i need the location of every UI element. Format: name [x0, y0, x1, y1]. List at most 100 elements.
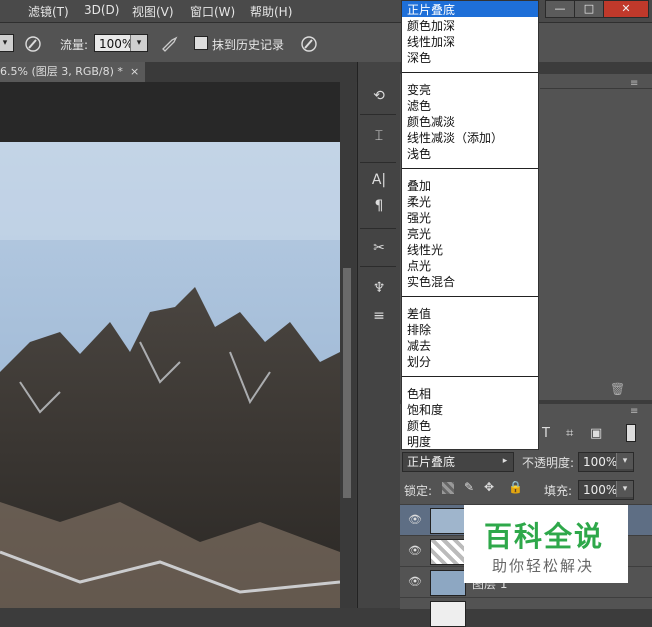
options-bar: ▾ 流量: 100% ▾ 抹到历史记录	[0, 22, 652, 64]
preset-dropdown[interactable]: ▾	[0, 34, 14, 52]
brush-settings-icon[interactable]: ≡	[368, 306, 390, 326]
chevron-down-icon: ▾	[616, 453, 633, 469]
visibility-eye-icon[interactable]: 👁	[408, 513, 422, 526]
fill-value: 100%	[583, 483, 618, 497]
blend-mode-list: 正片叠底 颜色加深 线性加深 深色 变亮 滤色 颜色减淡 线性减淡（添加） 浅色…	[401, 0, 539, 450]
option-hard-light[interactable]: 强光	[407, 209, 431, 226]
blend-mode-select[interactable]: 正片叠底 ▸	[402, 452, 514, 472]
menu-bar: 滤镜(T) 3D(D) 视图(V) 窗口(W) 帮助(H) — □ ✕	[0, 0, 652, 22]
option-vivid-light[interactable]: 亮光	[407, 225, 431, 242]
option-darker-color[interactable]: 深色	[407, 49, 431, 66]
option-overlay[interactable]: 叠加	[407, 177, 431, 194]
layer-thumbnail	[430, 601, 466, 627]
fill-input[interactable]: 100% ▾	[578, 480, 634, 500]
scroll-thumb[interactable]	[343, 268, 351, 498]
shape-filter-icon[interactable]: ⌗	[566, 426, 573, 441]
option-exclusion[interactable]: 排除	[407, 321, 431, 338]
lock-move-icon[interactable]: ✥	[484, 480, 494, 494]
history-icon[interactable]: ⟲	[368, 86, 390, 106]
option-subtract[interactable]: 减去	[407, 337, 431, 354]
tablet-pressure-icon[interactable]	[300, 35, 318, 53]
mountain-image	[0, 142, 340, 608]
panel-menu-icon[interactable]: ≡	[630, 78, 638, 89]
visibility-eye-icon[interactable]: 👁	[408, 575, 422, 588]
paragraph-icon[interactable]: ¶	[368, 196, 390, 216]
document-canvas[interactable]	[0, 82, 340, 608]
watermark-title: 百科全说	[484, 520, 605, 553]
menu-help[interactable]: 帮助(H)	[250, 3, 292, 20]
option-lighter-color[interactable]: 浅色	[407, 145, 431, 162]
menu-window[interactable]: 窗口(W)	[190, 3, 235, 20]
list-divider	[402, 296, 538, 297]
tools-icon[interactable]: ✂	[368, 238, 390, 258]
option-hue[interactable]: 色相	[407, 385, 431, 402]
option-luminosity[interactable]: 明度	[407, 433, 431, 450]
document-tab[interactable]: 6.5% (图层 3, RGB/8) * ×	[0, 62, 145, 82]
stamp-icon[interactable]: ⌶	[368, 126, 390, 146]
layer-thumbnail	[430, 539, 466, 565]
option-linear-dodge[interactable]: 线性减淡（添加）	[407, 129, 503, 146]
chevron-down-icon: ▾	[0, 35, 13, 51]
menu-view[interactable]: 视图(V)	[132, 3, 174, 20]
option-saturation[interactable]: 饱和度	[407, 401, 443, 418]
list-divider	[402, 168, 538, 169]
option-difference[interactable]: 差值	[407, 305, 431, 322]
brush-icon[interactable]	[24, 35, 42, 53]
visibility-eye-icon[interactable]: 👁	[408, 544, 422, 557]
opacity-label: 不透明度:	[522, 456, 575, 470]
option-linear-burn[interactable]: 线性加深	[407, 33, 455, 50]
menu-3d[interactable]: 3D(D)	[84, 3, 119, 17]
option-color-burn[interactable]: 颜色加深	[407, 17, 455, 34]
lock-label: 锁定:	[404, 484, 433, 498]
erase-history-checkbox[interactable]	[194, 36, 208, 50]
fill-label: 填充:	[544, 484, 573, 498]
watermark: 百科全说 助你轻松解决	[464, 505, 628, 583]
option-divide[interactable]: 划分	[407, 353, 431, 370]
flow-input[interactable]: 100% ▾	[94, 34, 148, 52]
watermark-subtitle: 助你轻松解决	[492, 557, 595, 575]
trash-icon[interactable]: 🗑	[610, 382, 625, 396]
opacity-value: 100%	[583, 455, 618, 469]
erase-history-label: 抹到历史记录	[212, 38, 285, 52]
close-icon[interactable]: ×	[130, 62, 139, 82]
vertical-scrollbar[interactable]	[340, 82, 356, 608]
option-hard-mix[interactable]: 实色混合	[407, 273, 455, 290]
close-window-button[interactable]: ✕	[603, 0, 649, 18]
chevron-down-icon: ▾	[130, 35, 147, 51]
option-screen[interactable]: 滤色	[407, 97, 431, 114]
option-multiply[interactable]: 正片叠底	[407, 1, 455, 18]
option-soft-light[interactable]: 柔光	[407, 193, 431, 210]
character-icon[interactable]: A|	[368, 170, 390, 190]
option-color-dodge[interactable]: 颜色减淡	[407, 113, 455, 130]
list-divider	[402, 376, 538, 377]
document-title: 6.5% (图层 3, RGB/8) *	[0, 65, 123, 78]
smart-filter-icon[interactable]: ▣	[590, 426, 602, 441]
strip-divider	[360, 162, 396, 163]
chevron-down-icon: ▸	[497, 453, 513, 469]
option-pin-light[interactable]: 点光	[407, 257, 431, 274]
lock-all-icon[interactable]: 🔒	[508, 480, 523, 494]
layer-row[interactable]	[400, 597, 652, 627]
airbrush-icon[interactable]	[160, 35, 180, 53]
type-filter-icon[interactable]: T	[542, 426, 550, 441]
minimize-button[interactable]: —	[545, 0, 575, 18]
flow-value: 100%	[99, 37, 134, 51]
chevron-down-icon: ▾	[616, 481, 633, 497]
strip-divider	[360, 114, 396, 115]
layer-thumbnail	[430, 508, 466, 534]
option-linear-light[interactable]: 线性光	[407, 241, 443, 258]
opacity-input[interactable]: 100% ▾	[578, 452, 634, 472]
lock-transparency-icon[interactable]	[442, 482, 454, 494]
menu-filter[interactable]: 滤镜(T)	[28, 3, 69, 20]
option-lighten[interactable]: 变亮	[407, 81, 431, 98]
layers-menu-icon[interactable]: ≡	[630, 406, 638, 417]
maximize-button[interactable]: □	[574, 0, 604, 18]
option-color[interactable]: 颜色	[407, 417, 431, 434]
lock-brush-icon[interactable]: ✎	[464, 480, 474, 494]
flow-label: 流量:	[60, 38, 89, 52]
list-divider	[402, 72, 538, 73]
brush-preset-icon[interactable]: ♆	[368, 278, 390, 298]
filter-toggle[interactable]	[626, 424, 636, 442]
strip-divider	[360, 228, 396, 229]
panel-icon-strip: ⟲ ⌶ A| ¶ ✂ ♆ ≡	[357, 62, 401, 608]
